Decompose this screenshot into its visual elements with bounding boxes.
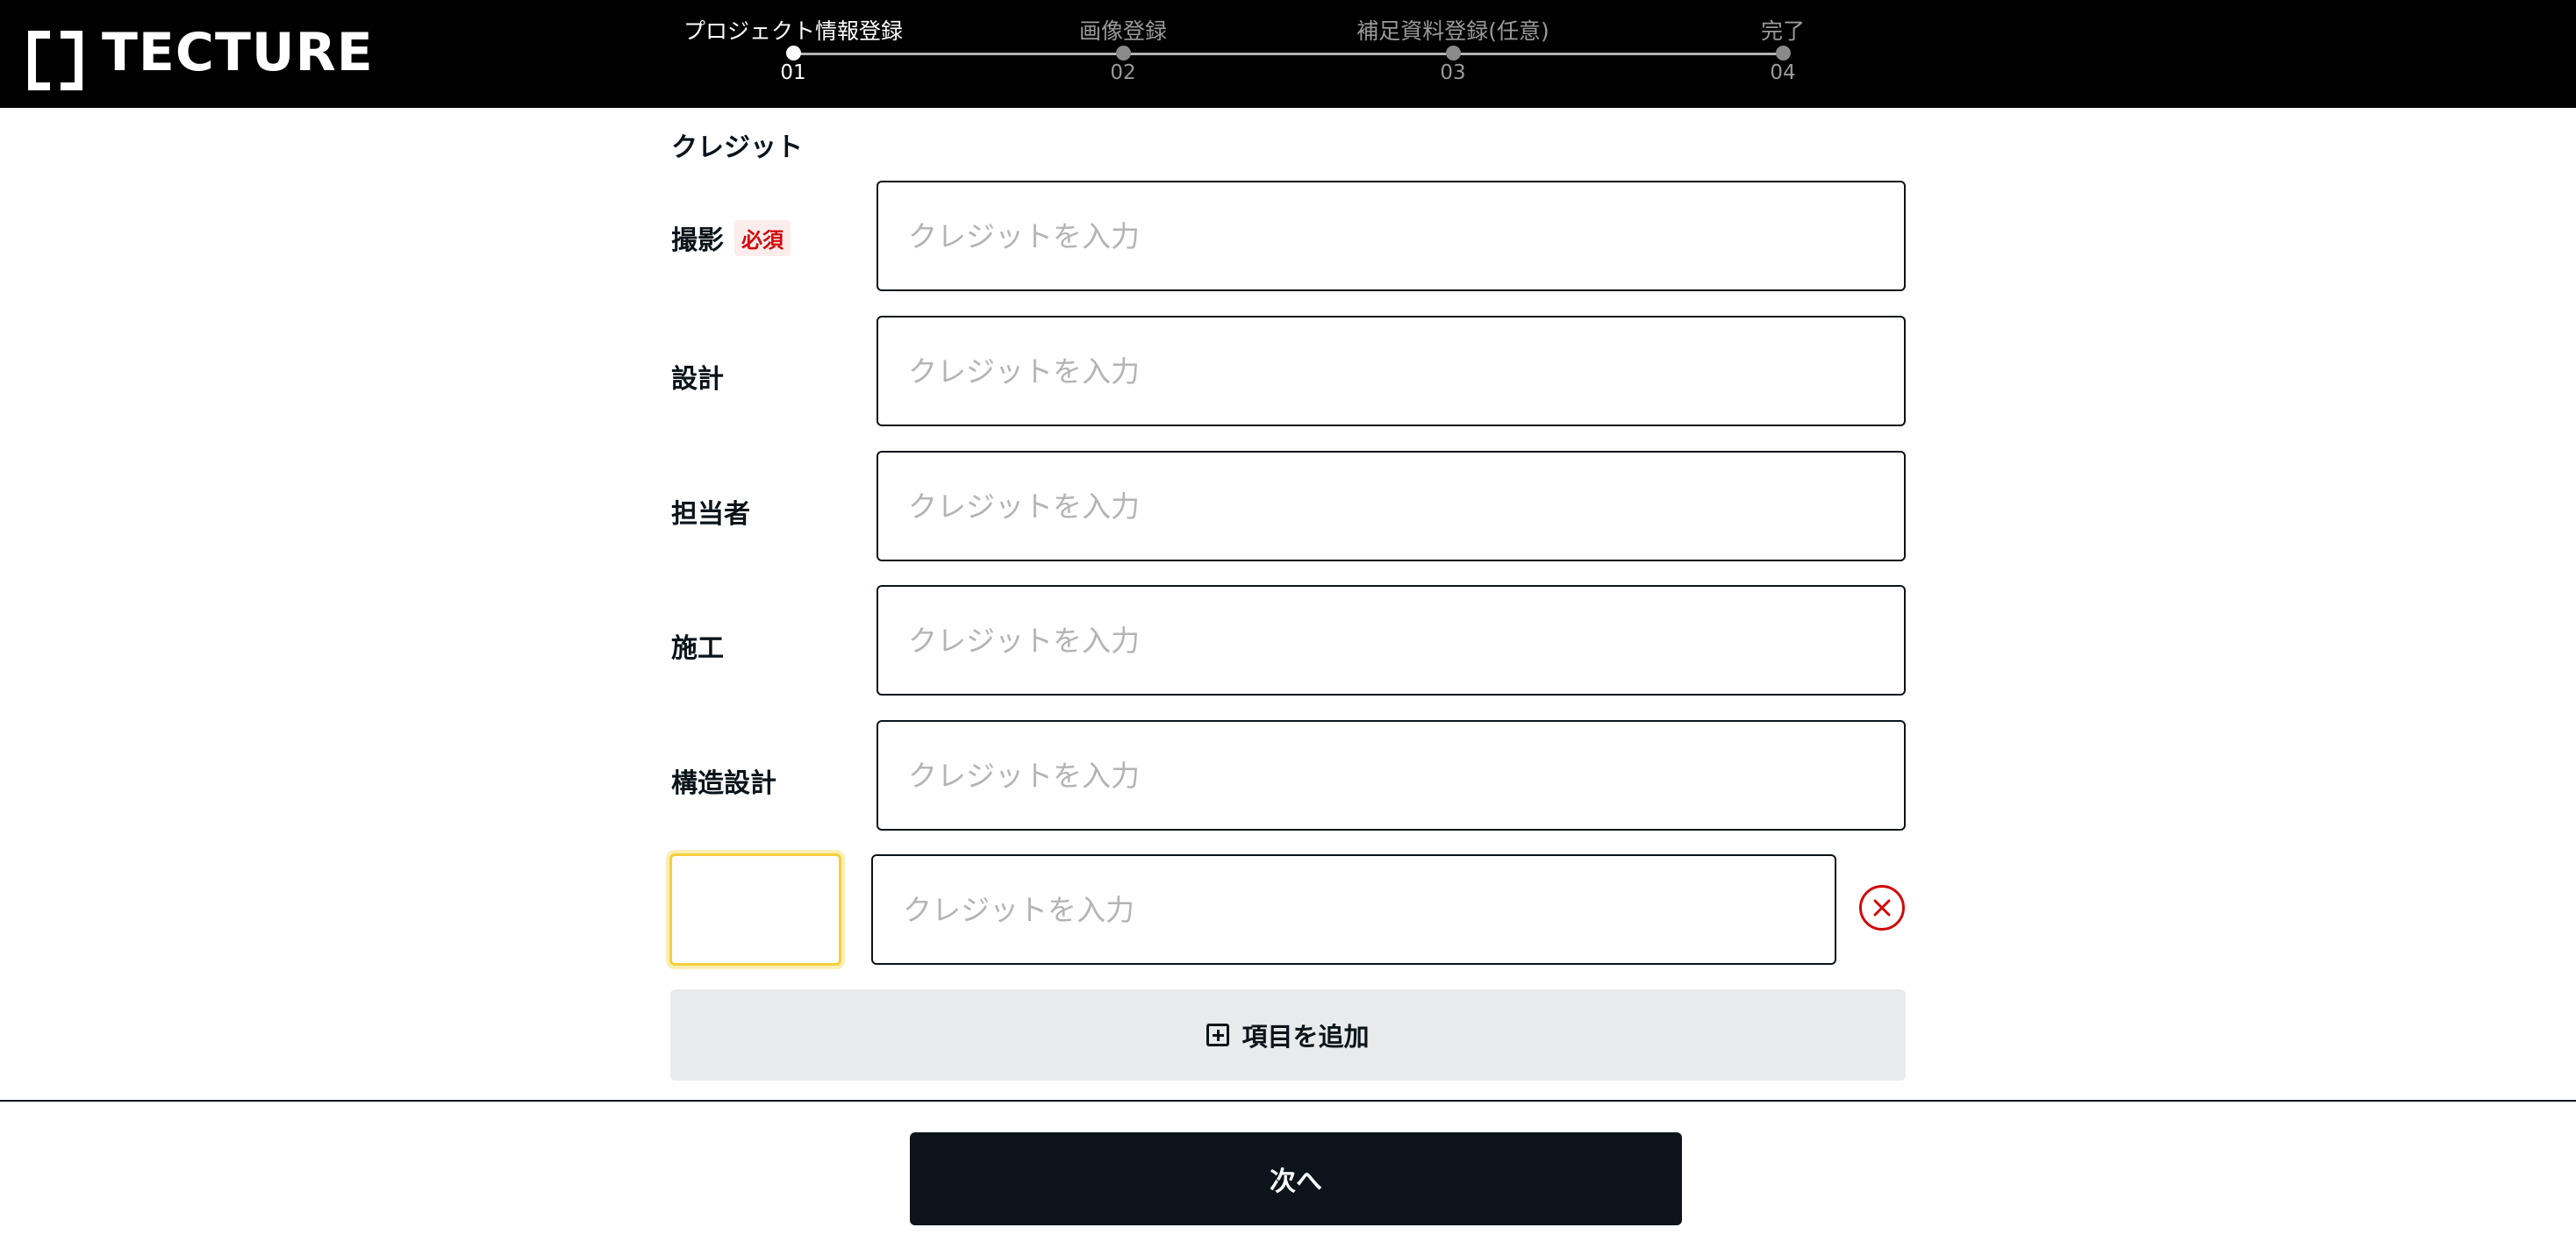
next-button[interactable]: 次へ bbox=[910, 1132, 1682, 1225]
bracket-logo-icon bbox=[28, 31, 82, 90]
credit-label-design: 設計 bbox=[671, 357, 724, 396]
credit-label-photography: 撮影 必須 bbox=[671, 219, 791, 256]
credit-label-text: 設計 bbox=[671, 364, 724, 395]
step-dot bbox=[1776, 46, 1791, 61]
remove-row-button[interactable] bbox=[1859, 885, 1905, 931]
close-icon bbox=[1873, 899, 1891, 917]
custom-credit-key-input[interactable] bbox=[669, 853, 841, 966]
step-number: 01 bbox=[780, 61, 806, 84]
step-label: 画像登録 bbox=[1078, 18, 1167, 44]
tecture-logo[interactable]: TECTURE bbox=[28, 22, 374, 90]
step-number: 04 bbox=[1770, 61, 1796, 84]
plus-square-icon bbox=[1206, 1024, 1230, 1046]
required-badge: 必須 bbox=[734, 219, 791, 256]
logo-text: TECTURE bbox=[102, 22, 374, 83]
add-item-button[interactable]: 項目を追加 bbox=[670, 989, 1906, 1081]
credit-label-construction: 施工 bbox=[671, 626, 724, 665]
credit-input-person-in-charge[interactable] bbox=[877, 451, 1906, 561]
credit-input-photography[interactable] bbox=[877, 181, 1906, 291]
step-number: 02 bbox=[1110, 61, 1136, 84]
credit-input-structural-design[interactable] bbox=[877, 720, 1906, 831]
step-dot bbox=[1446, 46, 1461, 61]
custom-credit-value-input[interactable] bbox=[871, 854, 1836, 965]
credit-label-structural-design: 構造設計 bbox=[671, 761, 776, 800]
step-label: 補足資料登録(任意) bbox=[1356, 18, 1549, 44]
step-label: プロジェクト情報登録 bbox=[683, 18, 903, 44]
credits-section-title: クレジット bbox=[671, 132, 803, 163]
step-dot bbox=[786, 46, 801, 61]
credit-label-person-in-charge: 担当者 bbox=[671, 492, 750, 531]
step-dot bbox=[1116, 46, 1131, 61]
stepper-line bbox=[793, 53, 1783, 55]
credit-label-text: 担当者 bbox=[671, 499, 750, 530]
credit-label-text: 施工 bbox=[671, 633, 724, 664]
app-header: TECTURE プロジェクト情報登録 01 画像登録 02 補足資料登録(任意)… bbox=[0, 0, 2576, 108]
step-label: 完了 bbox=[1760, 18, 1805, 44]
credit-input-design[interactable] bbox=[877, 316, 1906, 426]
credit-label-text: 撮影 bbox=[671, 225, 724, 256]
credit-input-construction[interactable] bbox=[877, 585, 1906, 696]
progress-stepper: プロジェクト情報登録 01 画像登録 02 補足資料登録(任意) 03 完了 0… bbox=[683, 0, 1825, 108]
credit-label-text: 構造設計 bbox=[671, 768, 776, 799]
step-number: 03 bbox=[1440, 61, 1466, 84]
add-item-label: 項目を追加 bbox=[1241, 1022, 1370, 1052]
